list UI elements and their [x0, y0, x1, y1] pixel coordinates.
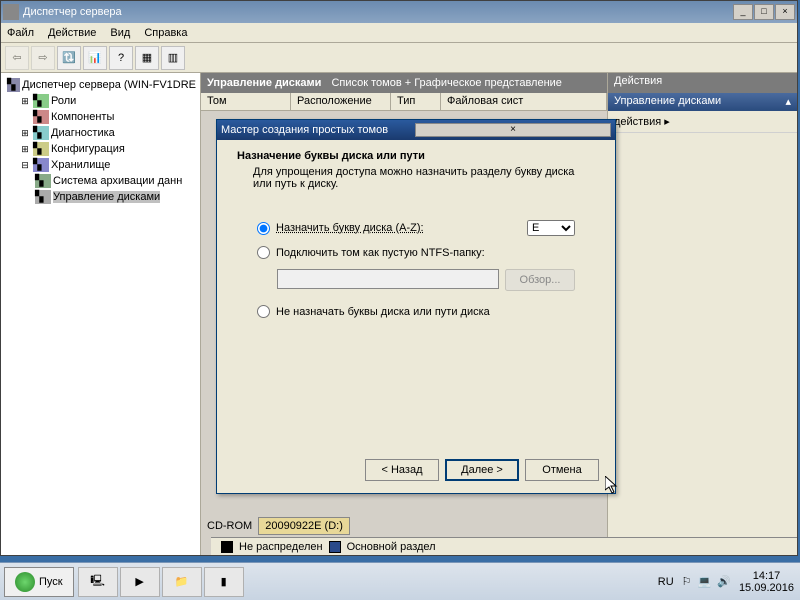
label-mount-folder: Подключить том как пустую NTFS-папку:: [276, 247, 575, 259]
task-powershell[interactable]: ▶: [120, 567, 160, 597]
volume-list-header: Том Расположение Тип Файловая сист: [201, 93, 607, 111]
cancel-button[interactable]: Отмена: [525, 459, 599, 481]
tool-views[interactable]: 📊: [83, 46, 107, 70]
panel-title: Управление дисками: [207, 77, 321, 89]
tool-5[interactable]: ▥: [161, 46, 185, 70]
window-title: Диспетчер сервера: [23, 6, 732, 18]
close-button[interactable]: ×: [775, 4, 795, 20]
tool-4[interactable]: ▦: [135, 46, 159, 70]
wizard-title: Мастер создания простых томов: [221, 124, 415, 136]
tree-diskmgmt[interactable]: ▚Управление дисками: [5, 189, 196, 205]
back-button: ⇦: [5, 46, 29, 70]
label-assign-letter: Назначить букву диска (A-Z):: [276, 222, 501, 234]
toolbar: ⇦ ⇨ 🔃 📊 ? ▦ ▥: [1, 43, 797, 73]
forward-button: ⇨: [31, 46, 55, 70]
system-tray: RU ⚐ 💻 🔊 14:17 15.09.2016: [652, 570, 800, 594]
label-no-letter: Не назначать буквы диска или пути диска: [276, 306, 575, 318]
wizard-close-button[interactable]: ×: [415, 123, 611, 137]
clock[interactable]: 14:17 15.09.2016: [739, 570, 794, 594]
back-button[interactable]: < Назад: [365, 459, 439, 481]
drive-letter-select[interactable]: E: [527, 220, 575, 236]
tree-panel[interactable]: ▚Диспетчер сервера (WIN-FV1DRE ⊞▚Роли ▚К…: [1, 73, 201, 555]
tray-network-icon[interactable]: 💻: [698, 575, 712, 588]
wizard-body: Назначить букву диска (A-Z): E Подключит…: [217, 200, 615, 348]
start-orb-icon: [15, 572, 35, 592]
wizard-titlebar[interactable]: Мастер создания простых томов ×: [217, 120, 615, 140]
task-server-manager[interactable]: 🖳: [78, 567, 118, 597]
legend-primary: Основной раздел: [347, 541, 436, 553]
tool-refresh[interactable]: 🔃: [57, 46, 81, 70]
legend-unalloc: Не распределен: [239, 541, 323, 553]
task-explorer[interactable]: 📁: [162, 567, 202, 597]
radio-mount-folder[interactable]: [257, 246, 270, 259]
tree-roles[interactable]: ⊞▚Роли: [5, 93, 196, 109]
start-label: Пуск: [39, 576, 63, 588]
option-assign-letter[interactable]: Назначить букву диска (A-Z): E: [257, 220, 575, 236]
col-layout[interactable]: Расположение: [291, 93, 391, 110]
tree-backup[interactable]: ▚Система архивации данн: [5, 173, 196, 189]
wizard-header: Назначение буквы диска или пути Для упро…: [217, 140, 615, 200]
option-mount-folder[interactable]: Подключить том как пустую NTFS-папку:: [257, 246, 575, 259]
col-volume[interactable]: Том: [201, 93, 291, 110]
mount-path-input: [277, 269, 499, 289]
tree-diagnostics[interactable]: ⊞▚Диагностика: [5, 125, 196, 141]
tree-config[interactable]: ⊞▚Конфигурация: [5, 141, 196, 157]
tree-storage[interactable]: ⊟▚Хранилище: [5, 157, 196, 173]
menubar: Файл Действие Вид Справка: [1, 23, 797, 43]
browse-button: Обзор...: [505, 269, 575, 291]
actions-sub[interactable]: Управление дисками▴: [608, 93, 797, 111]
legend: Не распределен Основной раздел: [211, 537, 797, 555]
col-fs[interactable]: Файловая сист: [441, 93, 607, 110]
col-type[interactable]: Тип: [391, 93, 441, 110]
titlebar[interactable]: Диспетчер сервера _ □ ×: [1, 1, 797, 23]
panel-header: Управление дисками Список томов + Графич…: [201, 73, 607, 93]
tree-components[interactable]: ▚Компоненты: [5, 109, 196, 125]
simple-volume-wizard: Мастер создания простых томов × Назначен…: [216, 119, 616, 494]
quick-launch: 🖳 ▶ 📁 ▮: [78, 567, 244, 597]
tray-sound-icon[interactable]: 🔊: [717, 575, 731, 588]
menu-file[interactable]: Файл: [7, 27, 34, 39]
maximize-button[interactable]: □: [754, 4, 774, 20]
clock-date: 15.09.2016: [739, 582, 794, 594]
menu-view[interactable]: Вид: [110, 27, 130, 39]
app-icon: [3, 4, 19, 20]
chevron-up-icon: ▴: [785, 95, 791, 109]
legend-unalloc-swatch: [221, 541, 233, 553]
tool-help[interactable]: ?: [109, 46, 133, 70]
actions-panel: Действия Управление дисками▴ действия ▸: [607, 73, 797, 555]
actions-header: Действия: [608, 73, 797, 93]
wizard-buttons: < Назад Далее > Отмена: [365, 459, 599, 481]
menu-help[interactable]: Справка: [144, 27, 187, 39]
clock-time: 14:17: [739, 570, 794, 582]
tray-flag-icon[interactable]: ⚐: [682, 575, 692, 588]
taskbar[interactable]: Пуск 🖳 ▶ 📁 ▮ RU ⚐ 💻 🔊 14:17 15.09.2016: [0, 562, 800, 600]
option-no-letter[interactable]: Не назначать буквы диска или пути диска: [257, 305, 575, 318]
legend-primary-swatch: [329, 541, 341, 553]
wizard-heading: Назначение буквы диска или пути: [237, 150, 595, 162]
actions-more[interactable]: действия ▸: [608, 111, 797, 133]
task-app[interactable]: ▮: [204, 567, 244, 597]
lang-indicator[interactable]: RU: [658, 576, 674, 588]
cdrom-row: CD-ROM 20090922E (D:): [207, 517, 350, 535]
radio-no-letter[interactable]: [257, 305, 270, 318]
wizard-desc: Для упрощения доступа можно назначить ра…: [237, 166, 595, 190]
radio-assign-letter[interactable]: [257, 222, 270, 235]
minimize-button[interactable]: _: [733, 4, 753, 20]
start-button[interactable]: Пуск: [4, 567, 74, 597]
tree-root[interactable]: ▚Диспетчер сервера (WIN-FV1DRE: [5, 77, 196, 93]
next-button[interactable]: Далее >: [445, 459, 519, 481]
panel-subtitle: Список томов + Графическое представление: [331, 77, 561, 89]
menu-action[interactable]: Действие: [48, 27, 96, 39]
